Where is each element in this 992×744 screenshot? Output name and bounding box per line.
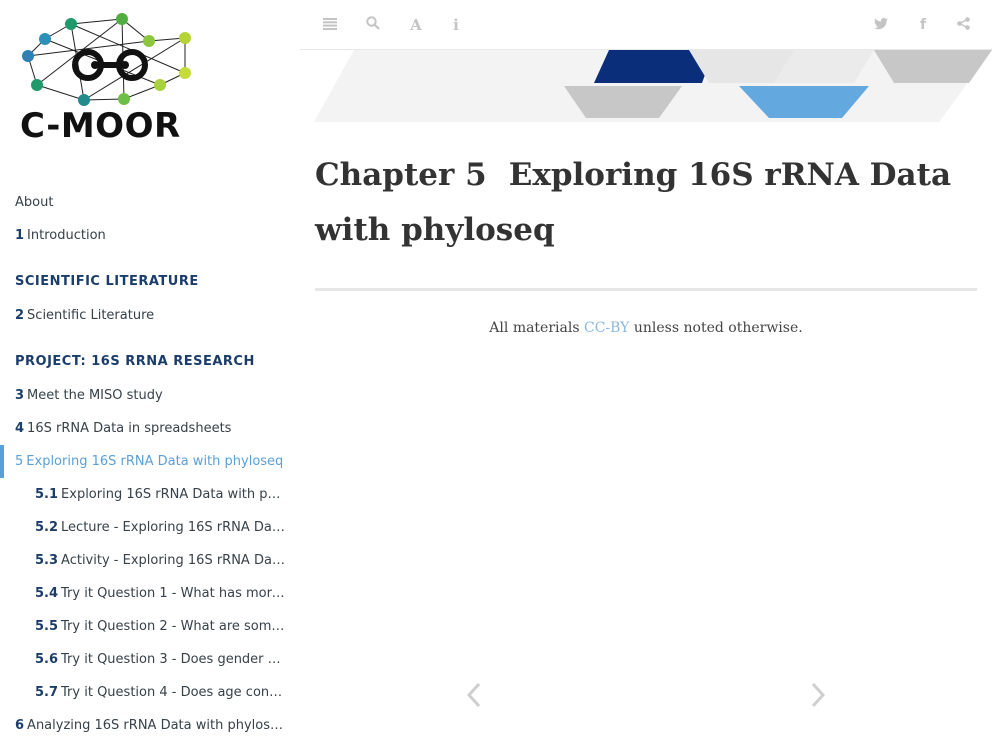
previous-page-button[interactable] — [459, 680, 489, 716]
sidebar-section-header: PROJECT: 16S RRNA RESEARCH — [15, 354, 255, 369]
info-icon[interactable]: i — [446, 15, 466, 35]
sidebar-item-label: Meet the MISO study — [27, 388, 163, 403]
search-icon[interactable] — [363, 15, 383, 35]
font-settings-icon[interactable]: A — [406, 15, 426, 35]
next-page-button[interactable] — [803, 680, 833, 716]
sidebar-item-label: 16S rRNA Data in spreadsheets — [27, 421, 232, 436]
sidebar-item-label: About — [15, 195, 54, 210]
license-note: All materials CC-BY unless noted otherwi… — [315, 320, 977, 336]
sidebar-item[interactable]: About — [0, 186, 285, 219]
header-banner-graphic — [314, 50, 992, 122]
sidebar-subitem[interactable]: 5.7 Try it Question 4 - Does age contri… — [0, 676, 285, 709]
sidebar-subitem[interactable]: 5.6 Try it Question 3 - Does gender co… — [0, 643, 285, 676]
sidebar-item-number: 5.4 — [35, 586, 59, 601]
sidebar-item-number: 4 — [15, 421, 25, 436]
sidebar-item-label: Lecture - Exploring 16S rRNA Data … — [61, 520, 285, 535]
share-icon[interactable] — [953, 15, 973, 35]
sidebar-subitem[interactable]: 5.2 Lecture - Exploring 16S rRNA Data … — [0, 511, 285, 544]
sidebar-item-number: 5.5 — [35, 619, 59, 634]
twitter-icon[interactable] — [871, 15, 891, 35]
sidebar-item[interactable]: 3 Meet the MISO study — [0, 379, 285, 412]
c-moor-logo[interactable]: C-MOOR — [15, 10, 210, 150]
sidebar-item-label: Try it Question 1 - What has more i… — [61, 586, 285, 601]
sidebar-item-number: 5.7 — [35, 685, 59, 700]
sidebar-subitem[interactable]: 5.1 Exploring 16S rRNA Data with phyl… — [0, 478, 285, 511]
sidebar-item-number: 2 — [15, 308, 25, 323]
sidebar-section-header: SCIENTIFIC LITERATURE — [15, 274, 199, 289]
logo-text: C-MOOR — [20, 106, 181, 146]
sidebar-subitem[interactable]: 5.3 Activity - Exploring 16S rRNA Data… — [0, 544, 285, 577]
sidebar-item-number: 5.1 — [35, 487, 59, 502]
sidebar-item-label: Try it Question 3 - Does gender co… — [61, 652, 285, 667]
license-prefix: All materials — [489, 320, 584, 336]
title-divider — [315, 288, 977, 291]
sidebar-item[interactable]: 2 Scientific Literature — [0, 299, 285, 332]
sidebar: C-MOOR About 1 Introduction SCIENTIFIC LITE… — [0, 0, 300, 744]
sidebar-item-label: Introduction — [27, 228, 106, 243]
sidebar-item-label: Try it Question 4 - Does age contri… — [61, 685, 285, 700]
sidebar-item[interactable]: 5 Exploring 16S rRNA Data with phyloseq — [0, 445, 285, 478]
sidebar-item-number: 5 — [15, 454, 24, 469]
page-title: Chapter 5 Exploring 16S rRNA Data with ph… — [315, 148, 975, 258]
sidebar-subitem[interactable]: 5.4 Try it Question 1 - What has more i… — [0, 577, 285, 610]
sidebar-item-number: 3 — [15, 388, 25, 403]
sidebar-item-label: Exploring 16S rRNA Data with phyl… — [61, 487, 285, 502]
sidebar-item-label: Exploring 16S rRNA Data with phyloseq — [26, 454, 284, 469]
sidebar-item-label: Scientific Literature — [27, 308, 155, 323]
sidebar-item-label: Activity - Exploring 16S rRNA Data… — [61, 553, 285, 568]
sidebar-item-label: Try it Question 2 - What are some … — [61, 619, 285, 634]
facebook-icon[interactable]: f — [913, 15, 933, 35]
sidebar-item-number: 1 — [15, 228, 25, 243]
sidebar-item-number: 5.3 — [35, 553, 59, 568]
sidebar-item[interactable]: 6 Analyzing 16S rRNA Data with phyloseq — [0, 709, 285, 742]
sidebar-item-label: Analyzing 16S rRNA Data with phyloseq — [27, 718, 285, 733]
sidebar-subitem[interactable]: 5.5 Try it Question 2 - What are some … — [0, 610, 285, 643]
toc-toggle-icon[interactable] — [320, 15, 340, 35]
network-logo-icon — [22, 13, 191, 106]
sidebar-item-number: 5.6 — [35, 652, 59, 667]
license-suffix: unless noted otherwise. — [629, 320, 803, 336]
sidebar-item[interactable]: 1 Introduction — [0, 219, 285, 252]
book-toolbar: A i f — [300, 0, 992, 50]
table-of-contents: About 1 Introduction SCIENTIFIC LITERATURE 2… — [0, 186, 300, 742]
sidebar-item-number: 6 — [15, 718, 25, 733]
chapter-number: Chapter 5 — [315, 157, 487, 193]
cc-by-link[interactable]: CC-BY — [584, 320, 629, 336]
sidebar-item-number: 5.2 — [35, 520, 59, 535]
sidebar-item[interactable]: 4 16S rRNA Data in spreadsheets — [0, 412, 285, 445]
